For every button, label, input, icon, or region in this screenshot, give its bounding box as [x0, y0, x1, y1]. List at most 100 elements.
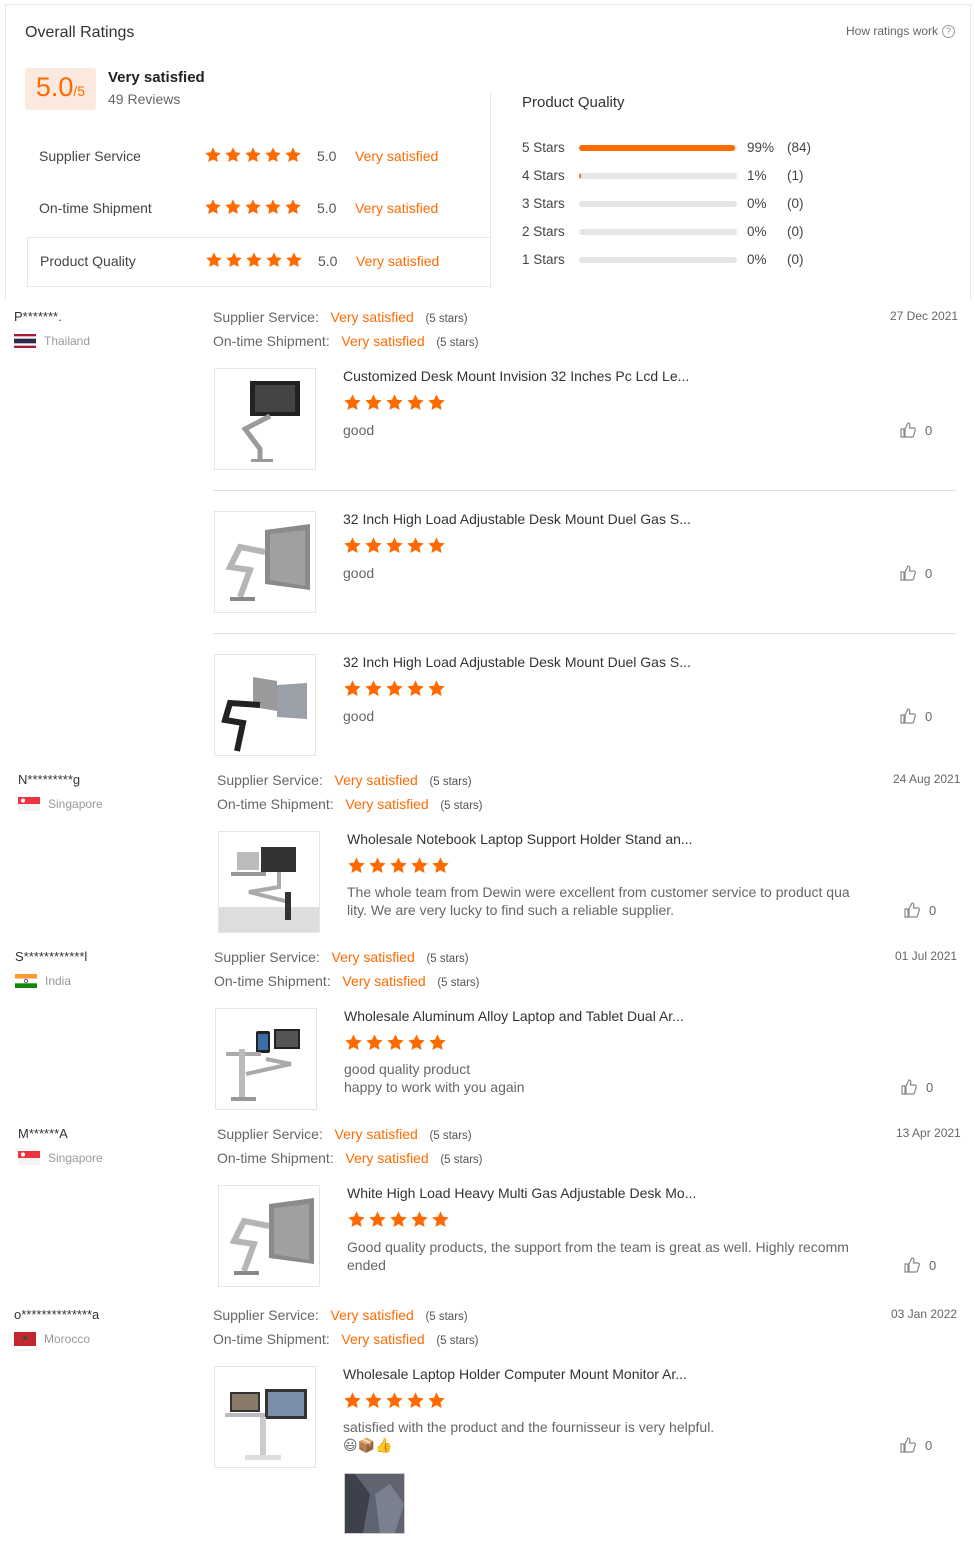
bar-label: 4 Stars	[522, 168, 565, 183]
overall-summary: Very satisfied	[108, 69, 205, 86]
like-count: 0	[926, 1079, 934, 1095]
meta-value: Very satisfied	[341, 1331, 425, 1347]
star-icon	[245, 147, 261, 163]
star-icon	[386, 537, 403, 553]
like-count: 0	[925, 422, 933, 438]
like-button[interactable]: 0	[903, 1256, 936, 1274]
reviewer-name: M******A	[18, 1126, 68, 1141]
meta-stars: (5 stars)	[440, 1154, 483, 1166]
quality-bar-row: 1 Stars 0% (0)	[522, 250, 842, 270]
rating-stars	[204, 146, 302, 164]
product-title-link[interactable]: 32 Inch High Load Adjustable Desk Mount …	[343, 511, 691, 527]
review-date: 24 Aug 2021	[893, 772, 961, 786]
review-date: 27 Dec 2021	[890, 309, 959, 323]
star-icon	[390, 857, 407, 873]
star-icon	[366, 1034, 383, 1050]
star-icon	[205, 199, 221, 215]
star-icon	[206, 252, 222, 268]
review-photo[interactable]	[344, 1473, 405, 1534]
star-icon	[265, 199, 281, 215]
overall-score: 5.0	[35, 72, 74, 102]
meta-label: On-time Shipment:	[214, 973, 331, 989]
thumbs-up-icon	[904, 1257, 920, 1273]
review-comment: good	[343, 565, 375, 581]
dual-monitor-arm-image	[229, 1198, 314, 1275]
product-thumbnail[interactable]	[214, 654, 316, 756]
reviewer-country: Singapore	[18, 1151, 103, 1165]
star-icon	[285, 147, 301, 163]
star-icon	[386, 1392, 403, 1408]
supplier-service-rating: Supplier Service: Very satisfied (5 star…	[213, 1307, 468, 1323]
like-button[interactable]: 0	[899, 564, 932, 582]
flag-singapore-icon	[18, 1151, 40, 1165]
like-button[interactable]: 0	[899, 421, 932, 439]
star-icon	[205, 147, 221, 163]
like-count: 0	[925, 708, 933, 724]
product-stars	[343, 679, 446, 698]
meta-value: Very satisfied	[334, 772, 418, 788]
star-icon	[411, 857, 428, 873]
bar-track	[579, 173, 737, 179]
like-count: 0	[929, 1257, 937, 1273]
meta-stars: (5 stars)	[426, 953, 469, 965]
product-title-link[interactable]: Wholesale Laptop Holder Computer Mount M…	[343, 1366, 687, 1382]
bar-label: 2 Stars	[522, 224, 565, 239]
rating-row-product-quality[interactable]: Product Quality 5.0 Very satisfied	[27, 237, 490, 287]
like-button[interactable]: 0	[899, 707, 932, 725]
like-button[interactable]: 0	[899, 1436, 932, 1454]
review-date: 03 Jan 2022	[891, 1307, 958, 1321]
rating-row-ontime-shipment: On-time Shipment 5.0 Very satisfied	[27, 185, 490, 235]
bar-percent: 0%	[747, 196, 767, 211]
bar-track	[579, 201, 737, 207]
meta-label: Supplier Service:	[214, 949, 320, 965]
star-icon	[286, 252, 302, 268]
product-title-link[interactable]: 32 Inch High Load Adjustable Desk Mount …	[343, 654, 691, 670]
product-thumbnail[interactable]	[215, 1008, 317, 1110]
product-title-link[interactable]: Wholesale Notebook Laptop Support Holder…	[347, 831, 693, 847]
meta-label: Supplier Service:	[217, 1126, 323, 1142]
like-button[interactable]: 0	[900, 1078, 933, 1096]
meta-value: Very satisfied	[342, 973, 426, 989]
star-icon	[411, 1211, 428, 1227]
reviewer-name: N*********g	[18, 772, 81, 787]
product-thumbnail[interactable]	[218, 1185, 320, 1287]
review-photo-image	[345, 1474, 404, 1533]
rating-stars	[204, 198, 302, 216]
product-title-link[interactable]: White High Load Heavy Multi Gas Adjustab…	[347, 1185, 696, 1201]
supplier-service-rating: Supplier Service: Very satisfied (5 star…	[217, 772, 472, 788]
divider	[490, 92, 491, 288]
bar-track	[579, 257, 737, 263]
country-name: Thailand	[44, 334, 91, 348]
flag-thailand-icon	[14, 334, 36, 348]
product-thumbnail[interactable]	[214, 1366, 316, 1468]
product-stars	[347, 856, 450, 875]
meta-stars: (5 stars)	[440, 800, 483, 812]
product-thumbnail[interactable]	[218, 831, 320, 933]
product-thumbnail[interactable]	[214, 511, 316, 613]
help-icon: ?	[942, 24, 956, 38]
star-icon	[225, 199, 241, 215]
star-icon	[386, 394, 403, 410]
meta-value: Very satisfied	[345, 1150, 429, 1166]
bar-fill	[579, 173, 581, 179]
star-icon	[407, 537, 424, 553]
bar-count: (84)	[787, 140, 812, 155]
country-name: India	[45, 974, 72, 988]
meta-label: On-time Shipment:	[217, 1150, 334, 1166]
how-ratings-work-link[interactable]: How ratings work ?	[846, 24, 956, 38]
product-title-link[interactable]: Wholesale Aluminum Alloy Laptop and Tabl…	[344, 1008, 684, 1024]
star-icon	[365, 537, 382, 553]
product-thumbnail[interactable]	[214, 368, 316, 470]
product-title-link[interactable]: Customized Desk Mount Invision 32 Inches…	[343, 368, 689, 384]
like-button[interactable]: 0	[903, 901, 936, 919]
meta-value: Very satisfied	[331, 949, 415, 965]
dual-monitor-arm-image	[221, 677, 307, 752]
rating-label: On-time Shipment	[39, 200, 152, 216]
ontime-shipment-rating: On-time Shipment: Very satisfied (5 star…	[214, 973, 480, 989]
bar-label: 1 Stars	[522, 252, 565, 267]
rating-value: 5.0	[318, 253, 338, 269]
bar-label: 5 Stars	[522, 140, 565, 155]
product-stars	[347, 1210, 450, 1229]
comment-emoji: 😃📦👍	[343, 1437, 393, 1453]
review-comment: good quality product happy to work with y…	[344, 1060, 525, 1096]
